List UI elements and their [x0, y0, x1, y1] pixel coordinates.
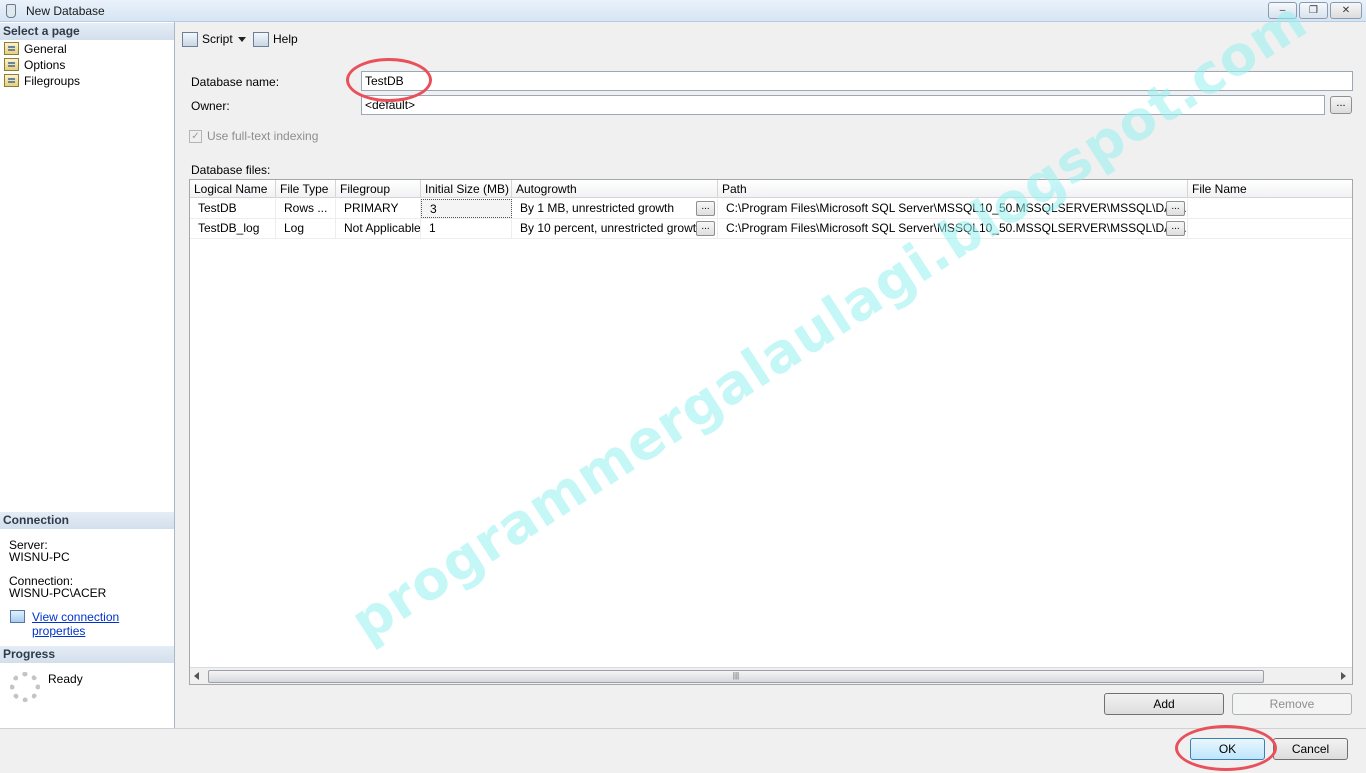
cell-autogrowth[interactable]: By 10 percent, unrestricted growth: [512, 219, 718, 238]
cell-filegroup[interactable]: PRIMARY: [336, 199, 421, 218]
database-files-label: Database files:: [191, 163, 271, 177]
scrollbar-thumb[interactable]: |||: [208, 670, 1264, 683]
script-dropdown-icon[interactable]: [238, 37, 246, 42]
page-icon: [4, 42, 19, 55]
view-connection-properties-link[interactable]: View connection properties: [32, 610, 174, 638]
add-button[interactable]: Add: [1104, 693, 1224, 715]
minimize-button[interactable]: –: [1268, 2, 1297, 19]
connection-heading: Connection: [0, 512, 174, 529]
toolbar: Script Help: [176, 22, 1366, 56]
page-item-filegroups[interactable]: Filegroups: [4, 73, 80, 89]
cell-file-name[interactable]: [1188, 219, 1352, 238]
title-bar: New Database – ❐ ✕: [0, 0, 1366, 22]
column-header-filegroup[interactable]: Filegroup: [336, 180, 421, 198]
database-name-input[interactable]: TestDB: [361, 71, 1353, 91]
scroll-right-icon[interactable]: [1341, 672, 1346, 680]
connection-value: WISNU-PC\ACER: [9, 586, 107, 600]
remove-button[interactable]: Remove: [1232, 693, 1352, 715]
connection-properties-icon: [10, 610, 25, 623]
owner-browse-button[interactable]: ...: [1330, 96, 1352, 114]
window-title: New Database: [26, 4, 105, 18]
path-browse-button[interactable]: ...: [1166, 221, 1185, 236]
script-label: Script: [202, 32, 233, 46]
page-icon: [4, 74, 19, 87]
select-page-heading: Select a page: [0, 23, 174, 40]
cell-path[interactable]: C:\Program Files\Microsoft SQL Server\MS…: [718, 199, 1188, 218]
scroll-left-icon[interactable]: [194, 672, 199, 680]
progress-status: Ready: [48, 672, 83, 686]
page-item-label: Filegroups: [24, 74, 81, 88]
table-row[interactable]: TestDB Rows ... PRIMARY 3 By 1 MB, unres…: [190, 199, 1352, 219]
help-icon: [253, 32, 269, 47]
cell-filegroup[interactable]: Not Applicable: [336, 219, 421, 238]
database-files-grid[interactable]: Logical Name File Type Filegroup Initial…: [189, 179, 1353, 685]
database-name-label: Database name:: [191, 75, 280, 89]
cancel-button[interactable]: Cancel: [1273, 738, 1348, 760]
cell-autogrowth[interactable]: By 1 MB, unrestricted growth: [512, 199, 718, 218]
close-button[interactable]: ✕: [1330, 2, 1362, 19]
column-header-file-name[interactable]: File Name: [1188, 180, 1352, 198]
cell-initial-size[interactable]: 3: [421, 199, 512, 218]
fulltext-label: Use full-text indexing: [207, 129, 319, 143]
column-header-path[interactable]: Path: [718, 180, 1188, 198]
owner-label: Owner:: [191, 99, 230, 113]
cell-file-name[interactable]: [1188, 199, 1352, 218]
script-button[interactable]: Script: [182, 32, 233, 48]
column-header-initial-size[interactable]: Initial Size (MB): [421, 180, 512, 198]
page-item-options[interactable]: Options: [4, 57, 65, 73]
help-label: Help: [273, 32, 298, 46]
maximize-button[interactable]: ❐: [1299, 2, 1328, 19]
cell-file-type[interactable]: Log: [276, 219, 336, 238]
page-item-label: Options: [24, 58, 66, 72]
server-value: WISNU-PC: [9, 550, 70, 564]
fulltext-checkbox[interactable]: ✓: [189, 130, 202, 143]
help-button[interactable]: Help: [253, 32, 298, 48]
horizontal-scrollbar[interactable]: |||: [190, 667, 1352, 684]
cell-file-type[interactable]: Rows ...: [276, 199, 336, 218]
progress-spinner-icon: [10, 672, 40, 702]
autogrowth-browse-button[interactable]: ...: [696, 201, 715, 216]
grid-header: Logical Name File Type Filegroup Initial…: [190, 180, 1352, 198]
left-pane: Select a page General Options Filegroups…: [0, 22, 175, 728]
column-header-autogrowth[interactable]: Autogrowth: [512, 180, 718, 198]
ok-button-highlight: [1175, 725, 1277, 771]
page-item-general[interactable]: General: [4, 41, 67, 57]
autogrowth-browse-button[interactable]: ...: [696, 221, 715, 236]
column-header-logical-name[interactable]: Logical Name: [190, 180, 276, 198]
database-name-highlight: [346, 58, 432, 102]
column-header-file-type[interactable]: File Type: [276, 180, 336, 198]
cell-logical-name[interactable]: TestDB_log: [190, 219, 276, 238]
dialog-footer: OK Cancel: [0, 728, 1366, 773]
cell-path[interactable]: C:\Program Files\Microsoft SQL Server\MS…: [718, 219, 1188, 238]
cell-logical-name[interactable]: TestDB: [190, 199, 276, 218]
progress-heading: Progress: [0, 646, 174, 663]
database-icon: [6, 4, 16, 18]
script-icon: [182, 32, 198, 47]
page-item-label: General: [24, 42, 67, 56]
page-icon: [4, 58, 19, 71]
owner-input[interactable]: <default>: [361, 95, 1325, 115]
cell-initial-size[interactable]: 1: [421, 219, 512, 238]
path-browse-button[interactable]: ...: [1166, 201, 1185, 216]
table-row[interactable]: TestDB_log Log Not Applicable 1 By 10 pe…: [190, 219, 1352, 239]
